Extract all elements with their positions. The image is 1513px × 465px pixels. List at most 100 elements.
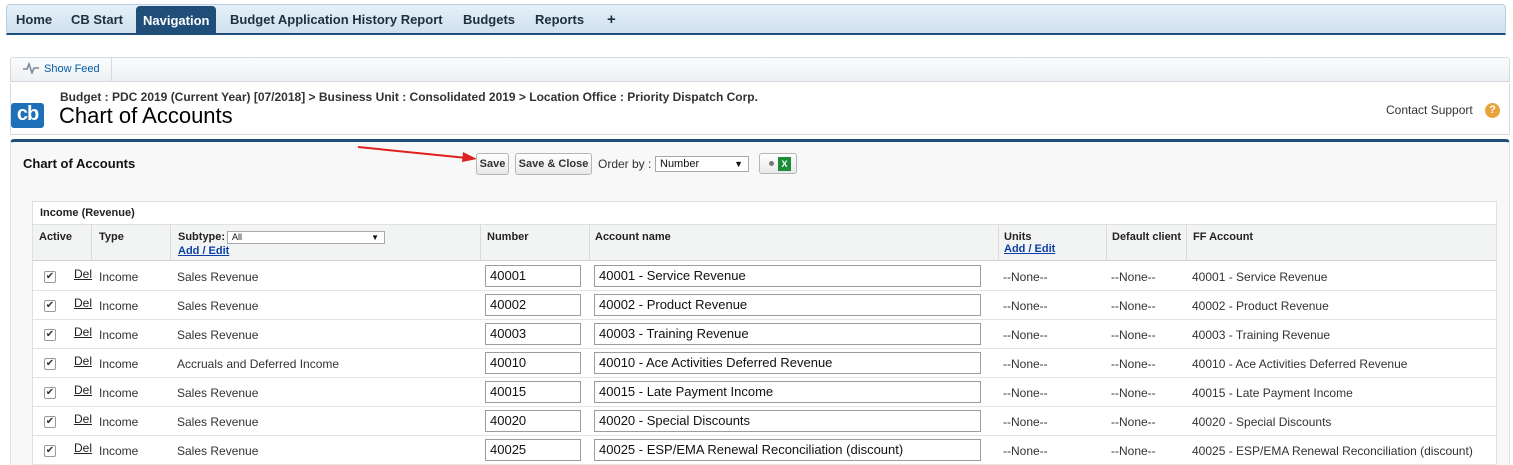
- account-name-input[interactable]: 40020 - Special Discounts: [594, 410, 981, 432]
- number-input[interactable]: 40020: [485, 410, 581, 432]
- active-checkbox[interactable]: ✔: [44, 271, 56, 283]
- units-cell: --None--: [1003, 357, 1048, 371]
- column-divider: [589, 225, 590, 261]
- active-checkbox[interactable]: ✔: [44, 300, 56, 312]
- cb-logo: cb: [11, 103, 44, 128]
- excel-export-button[interactable]: X: [759, 153, 797, 174]
- ff-account-cell: 40010 - Ace Activities Deferred Revenue: [1192, 357, 1408, 371]
- excel-icon: X: [778, 157, 791, 171]
- subtype-filter-value: All: [232, 232, 243, 242]
- subtype-cell: Sales Revenue: [177, 386, 259, 400]
- breadcrumb: Budget : PDC 2019 (Current Year) [07/201…: [60, 90, 758, 104]
- tab-budgets[interactable]: Budgets: [463, 5, 515, 34]
- tab-navigation[interactable]: Navigation: [136, 6, 217, 35]
- type-cell: Income: [99, 328, 139, 342]
- subtype-cell: Sales Revenue: [177, 299, 259, 313]
- number-input[interactable]: 40002: [485, 294, 581, 316]
- ff-account-cell: 40025 - ESP/EMA Renewal Reconciliation (…: [1192, 444, 1473, 458]
- show-feed-button[interactable]: Show Feed: [11, 58, 112, 81]
- ff-account-cell: 40002 - Product Revenue: [1192, 299, 1329, 313]
- active-checkbox[interactable]: ✔: [44, 416, 56, 428]
- table-row: ✔ Del Income Sales Revenue 40025 40025 - ESP/…: [33, 436, 1496, 465]
- delete-link[interactable]: Del: [74, 354, 92, 368]
- tab-cb-start[interactable]: CB Start: [71, 5, 123, 34]
- tab-bar: Home CB Start Navigation Budget Applicat…: [6, 4, 1506, 35]
- type-cell: Income: [99, 386, 139, 400]
- number-input[interactable]: 40015: [485, 381, 581, 403]
- units-cell: --None--: [1003, 386, 1048, 400]
- account-name-input[interactable]: 40025 - ESP/EMA Renewal Reconciliation (…: [594, 439, 981, 461]
- column-divider: [480, 225, 481, 261]
- active-checkbox[interactable]: ✔: [44, 387, 56, 399]
- account-name-input[interactable]: 40010 - Ace Activities Deferred Revenue: [594, 352, 981, 374]
- order-by-select[interactable]: Number ▼: [655, 156, 749, 172]
- column-divider: [91, 225, 92, 261]
- col-default-client: Default client: [1112, 231, 1182, 243]
- delete-link[interactable]: Del: [74, 441, 92, 455]
- type-cell: Income: [99, 270, 139, 284]
- contact-support-link[interactable]: Contact Support: [1386, 103, 1473, 117]
- subtype-cell: Accruals and Deferred Income: [177, 357, 340, 371]
- section-title: Income (Revenue): [40, 207, 135, 219]
- delete-link[interactable]: Del: [74, 412, 92, 426]
- col-number: Number: [487, 231, 529, 243]
- delete-link[interactable]: Del: [74, 325, 92, 339]
- tab-budget-application-history-report[interactable]: Budget Application History Report: [230, 5, 443, 34]
- number-input[interactable]: 40003: [485, 323, 581, 345]
- col-subtype: Subtype:: [178, 231, 226, 243]
- delete-link[interactable]: Del: [74, 267, 92, 281]
- number-input[interactable]: 40001: [485, 265, 581, 287]
- delete-link[interactable]: Del: [74, 296, 92, 310]
- save-and-close-button[interactable]: Save & Close: [515, 153, 592, 175]
- active-checkbox[interactable]: ✔: [44, 329, 56, 341]
- help-icon[interactable]: ?: [1485, 103, 1500, 118]
- active-checkbox[interactable]: ✔: [44, 358, 56, 370]
- number-input[interactable]: 40025: [485, 439, 581, 461]
- ff-account-cell: 40003 - Training Revenue: [1192, 328, 1331, 342]
- type-cell: Income: [99, 444, 139, 458]
- add-tab-icon[interactable]: +: [607, 5, 616, 34]
- tab-reports[interactable]: Reports: [535, 5, 584, 34]
- default-client-cell: --None--: [1111, 444, 1156, 458]
- subtype-filter-select[interactable]: All ▼: [227, 231, 385, 244]
- units-add-edit-link[interactable]: Add / Edit: [1004, 243, 1055, 255]
- active-checkbox[interactable]: ✔: [44, 445, 56, 457]
- subtype-cell: Sales Revenue: [177, 270, 259, 284]
- units-cell: --None--: [1003, 270, 1048, 284]
- table-row: ✔ Del Income Sales Revenue 40002 40002 - Prod…: [33, 291, 1496, 320]
- panel-title: Chart of Accounts: [23, 156, 136, 171]
- save-button[interactable]: Save: [476, 153, 509, 175]
- annotation-arrow: [357, 146, 477, 162]
- ff-account-cell: 40015 - Late Payment Income: [1192, 386, 1353, 400]
- delete-link[interactable]: Del: [74, 383, 92, 397]
- ff-account-cell: 40001 - Service Revenue: [1192, 270, 1328, 284]
- default-client-cell: --None--: [1111, 328, 1156, 342]
- account-name-input[interactable]: 40015 - Late Payment Income: [594, 381, 981, 403]
- account-name-input[interactable]: 40002 - Product Revenue: [594, 294, 981, 316]
- type-cell: Income: [99, 357, 139, 371]
- default-client-cell: --None--: [1111, 357, 1156, 371]
- col-account-name: Account name: [595, 231, 671, 243]
- units-cell: --None--: [1003, 444, 1048, 458]
- units-cell: --None--: [1003, 299, 1048, 313]
- account-name-input[interactable]: 40001 - Service Revenue: [594, 265, 981, 287]
- table-row: ✔ Del Income Accruals and Deferred Income 40…: [33, 349, 1496, 378]
- col-ff-account: FF Account: [1193, 231, 1254, 243]
- subtype-add-edit-link[interactable]: Add / Edit: [178, 245, 229, 257]
- default-client-cell: --None--: [1111, 415, 1156, 429]
- default-client-cell: --None--: [1111, 386, 1156, 400]
- subtype-cell: Sales Revenue: [177, 328, 259, 342]
- ff-account-cell: 40020 - Special Discounts: [1192, 415, 1332, 429]
- number-input[interactable]: 40010: [485, 352, 581, 374]
- units-cell: --None--: [1003, 328, 1048, 342]
- column-divider: [998, 225, 999, 261]
- tab-home[interactable]: Home: [16, 5, 52, 34]
- table-row: ✔ Del Income Sales Revenue 40003 40003 - Trai…: [33, 320, 1496, 349]
- order-by-label: Order by :: [598, 157, 652, 171]
- table-row: ✔ Del Income Sales Revenue 40001 40001 - Serv…: [33, 262, 1496, 291]
- account-name-input[interactable]: 40003 - Training Revenue: [594, 323, 981, 345]
- order-by-value: Number: [660, 158, 700, 170]
- export-dot-icon: [769, 161, 774, 166]
- col-active: Active: [39, 231, 73, 243]
- show-feed-label: Show Feed: [44, 63, 100, 75]
